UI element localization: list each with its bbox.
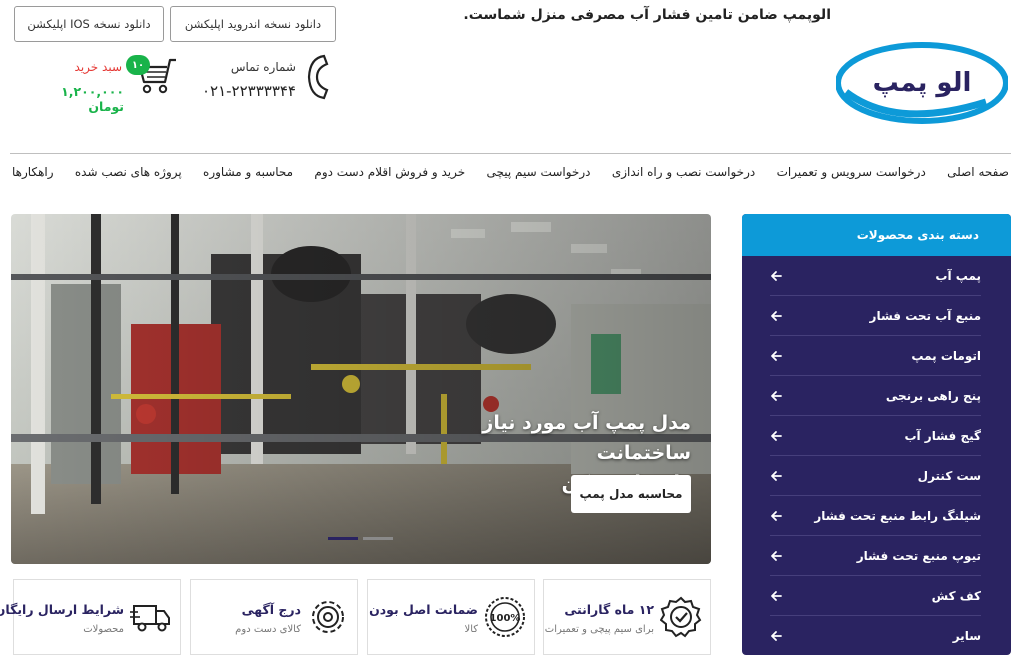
sidebar-title: دسته بندی محصولات bbox=[742, 214, 1011, 256]
sidebar-item-control-set[interactable]: ست کنترل bbox=[770, 456, 981, 496]
arrow-left-icon bbox=[771, 350, 782, 361]
nav-item-installation-request[interactable]: درخواست نصب و راه اندازی bbox=[612, 165, 755, 179]
svg-text:100%: 100% bbox=[490, 613, 521, 624]
phone-icon bbox=[307, 54, 329, 100]
feature-post-ad[interactable]: درج آگهی کالای دست دوم bbox=[190, 579, 358, 655]
nav-item-home[interactable]: صفحه اصلی bbox=[947, 165, 1009, 179]
arrow-left-icon bbox=[771, 310, 782, 321]
hero-slider: مدل پمپ آب مورد نیاز ساختمانت را محاسبه … bbox=[11, 214, 711, 564]
sidebar-item-pump-automatic[interactable]: اتومات پمپ bbox=[770, 336, 981, 376]
feature-title: درج آگهی bbox=[241, 602, 301, 617]
sidebar-item-label: پمپ آب bbox=[935, 268, 981, 283]
feature-title: ضمانت اصل بودن bbox=[369, 602, 478, 617]
nav-item-projects[interactable]: پروژه های نصب شده bbox=[75, 165, 182, 179]
feature-free-shipping[interactable]: شرایط ارسال رایگان محصولات bbox=[0, 579, 181, 655]
arrow-left-icon bbox=[771, 590, 782, 601]
feature-subtitle: کالا bbox=[464, 624, 478, 635]
calculate-pump-button[interactable]: محاسبه مدل پمپ bbox=[571, 475, 691, 513]
sidebar-item-tank-tube[interactable]: تیوپ منبع تحت فشار bbox=[770, 536, 981, 576]
sidebar-item-label: سایر bbox=[952, 629, 981, 643]
sidebar-item-label: گیج فشار آب bbox=[904, 428, 981, 443]
arrow-left-icon bbox=[771, 270, 782, 281]
feature-title: ۱۲ ماه گارانتی bbox=[564, 602, 654, 617]
feature-authenticity[interactable]: 100% ضمانت اصل بودن کالا bbox=[367, 579, 535, 655]
nav-item-solutions[interactable]: راهکارها bbox=[12, 165, 54, 179]
logo-text: الو پمپ bbox=[873, 68, 972, 98]
cart-label[interactable]: سبد خرید bbox=[50, 60, 122, 74]
gear-icon bbox=[312, 601, 344, 633]
download-android-button[interactable]: دانلود نسخه اندروید اپلیکشن bbox=[170, 6, 336, 42]
feature-warranty[interactable]: ۱۲ ماه گارانتی برای سیم پیچی و تعمیرات bbox=[543, 579, 711, 655]
slider-dot-active[interactable] bbox=[328, 537, 358, 540]
alopump-logo[interactable]: الو پمپ bbox=[836, 40, 1008, 126]
category-list: پمپ آب منبع آب تحت فشار اتومات پمپ پنج راهی… bbox=[742, 256, 1011, 655]
site-tagline: الوپمپ ضامن تامین فشار آب مصرفی منزل شما… bbox=[463, 7, 831, 23]
delivery-truck-icon bbox=[130, 605, 170, 632]
contact-label: شماره تماس bbox=[230, 60, 296, 74]
product-category-sidebar: دسته بندی محصولات پمپ آب منبع آب تحت فشار… bbox=[742, 214, 1011, 655]
sidebar-item-label: پنج راهی برنجی bbox=[885, 388, 981, 403]
check-badge-icon bbox=[660, 596, 702, 638]
feature-subtitle: کالای دست دوم bbox=[235, 624, 301, 635]
sidebar-item-other[interactable]: سایر bbox=[770, 616, 981, 655]
nav-item-service-request[interactable]: درخواست سرویس و تعمیرات bbox=[777, 165, 926, 179]
sidebar-item-label: اتومات پمپ bbox=[911, 348, 981, 363]
arrow-left-icon bbox=[771, 631, 782, 641]
100-percent-seal-icon: 100% bbox=[485, 597, 525, 637]
arrow-left-icon bbox=[771, 510, 782, 521]
sidebar-item-label: تیوپ منبع تحت فشار bbox=[856, 548, 981, 563]
arrow-left-icon bbox=[771, 550, 782, 561]
cart-total: ۱,۲۰۰,۰۰۰ تومان bbox=[61, 84, 124, 114]
sidebar-item-brass-five-way[interactable]: پنج راهی برنجی bbox=[770, 376, 981, 416]
feature-subtitle: محصولات bbox=[83, 624, 124, 635]
contact-number[interactable]: ۰۲۱-۲۲۳۳۳۳۴۴ bbox=[196, 82, 296, 100]
sidebar-item-tank-hose[interactable]: شیلنگ رابط منبع تحت فشار bbox=[770, 496, 981, 536]
sidebar-item-label: شیلنگ رابط منبع تحت فشار bbox=[814, 508, 981, 523]
sidebar-item-pressure-gauge[interactable]: گیج فشار آب bbox=[770, 416, 981, 456]
feature-title: شرایط ارسال رایگان bbox=[0, 602, 124, 617]
sidebar-item-pressure-tank[interactable]: منبع آب تحت فشار bbox=[770, 296, 981, 336]
hero-title-line1: مدل پمپ آب مورد نیاز ساختمانت bbox=[482, 412, 691, 464]
slider-dot[interactable] bbox=[363, 537, 393, 540]
download-ios-button[interactable]: دانلود نسخه IOS اپلیکشن bbox=[14, 6, 164, 42]
sidebar-item-drainage-pump[interactable]: کف کش bbox=[770, 576, 981, 616]
main-nav: صفحه اصلی درخواست سرویس و تعمیرات درخواس… bbox=[10, 153, 1011, 189]
nav-item-second-hand[interactable]: خرید و فروش اقلام دست دوم bbox=[314, 165, 465, 179]
sidebar-item-label: منبع آب تحت فشار bbox=[869, 308, 981, 323]
sidebar-item-label: ست کنترل bbox=[917, 468, 981, 483]
nav-item-calculation[interactable]: محاسبه و مشاوره bbox=[203, 165, 293, 179]
feature-subtitle: برای سیم پیچی و تعمیرات bbox=[544, 624, 654, 635]
sidebar-item-label: کف کش bbox=[931, 588, 981, 603]
arrow-left-icon bbox=[771, 430, 782, 441]
nav-item-rewinding-request[interactable]: درخواست سیم پیچی bbox=[487, 165, 591, 179]
cart-count-badge: ۱۰ bbox=[126, 55, 150, 75]
sidebar-item-water-pump[interactable]: پمپ آب bbox=[770, 256, 981, 296]
arrow-left-icon bbox=[771, 470, 782, 481]
arrow-left-icon bbox=[771, 390, 782, 401]
